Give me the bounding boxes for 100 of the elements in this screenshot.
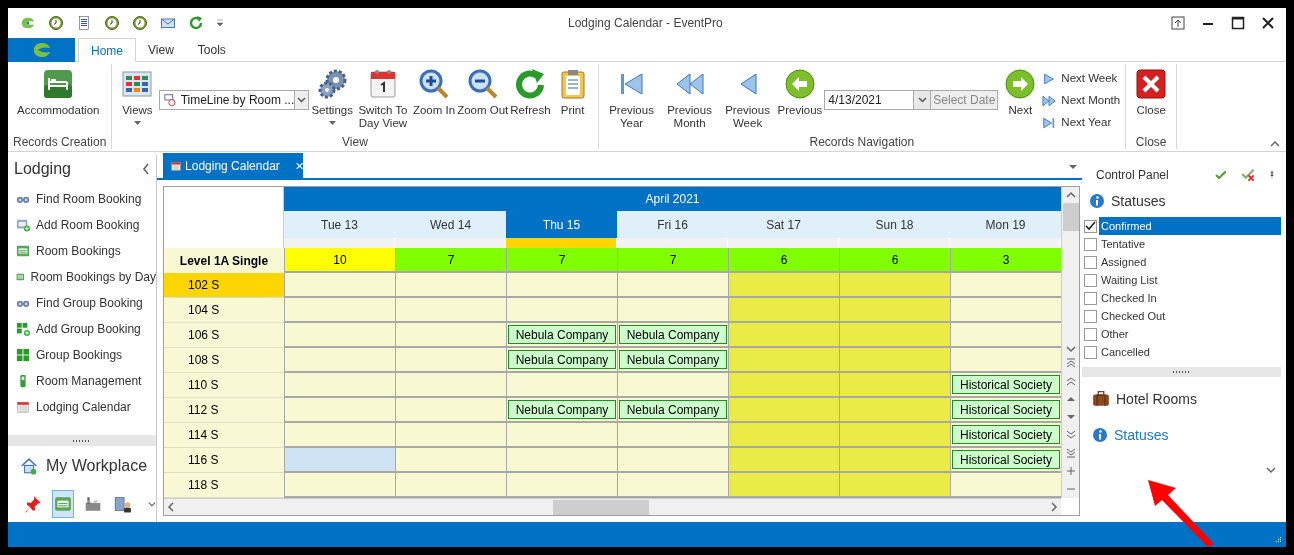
- logo-icon[interactable]: [20, 15, 36, 31]
- page-up-icon[interactable]: [1065, 376, 1076, 387]
- ribbon-button[interactable]: Previous: [777, 64, 823, 133]
- calendar-cell[interactable]: [728, 373, 839, 398]
- ribbon-small-button[interactable]: Next Year: [1042, 114, 1121, 132]
- calendar-cell[interactable]: [284, 473, 395, 498]
- first-row-icon[interactable]: [1065, 358, 1076, 369]
- room-label[interactable]: 118 S: [164, 473, 284, 498]
- calendar-cell[interactable]: [617, 373, 728, 398]
- nav-item[interactable]: Room Bookings: [8, 238, 156, 264]
- calendar-cell[interactable]: [284, 373, 395, 398]
- chevron-down-icon[interactable]: [1266, 467, 1276, 474]
- calendar-cell[interactable]: [839, 298, 950, 323]
- room-label[interactable]: 102 S: [164, 273, 284, 298]
- calendar-cell[interactable]: [395, 448, 506, 473]
- day-header[interactable]: Sun 18: [839, 211, 950, 238]
- calendar-cell[interactable]: [728, 423, 839, 448]
- calendar-cell[interactable]: [506, 298, 617, 323]
- ribbon-button[interactable]: Close: [1131, 64, 1172, 133]
- calendar-cell[interactable]: [839, 273, 950, 298]
- status-item[interactable]: Cancelled: [1099, 343, 1281, 361]
- maximize-icon[interactable]: [1230, 15, 1246, 31]
- calendar-cell[interactable]: [284, 423, 395, 448]
- day-header[interactable]: Fri 16: [617, 211, 728, 238]
- resize-grip-icon[interactable]: [1274, 536, 1282, 544]
- clock-icon[interactable]: [48, 15, 64, 31]
- ribbon-button[interactable]: Print: [552, 64, 593, 133]
- status-checkbox[interactable]: [1084, 291, 1097, 305]
- chevron-down-icon[interactable]: [148, 500, 156, 508]
- add-row-icon[interactable]: [1065, 466, 1076, 477]
- calendar-cell[interactable]: [617, 473, 728, 498]
- mail-icon[interactable]: [160, 15, 176, 31]
- nav-item[interactable]: Room Management: [8, 368, 156, 394]
- dropdown-icon[interactable]: [1068, 163, 1078, 171]
- calendar-cell[interactable]: [284, 323, 395, 348]
- calendar-cell[interactable]: [506, 273, 617, 298]
- ribbon-tab[interactable]: Tools: [185, 38, 238, 62]
- status-item[interactable]: Assigned: [1099, 253, 1281, 271]
- calendar-cell[interactable]: [395, 398, 506, 423]
- calendar-cell[interactable]: [395, 348, 506, 373]
- status-item[interactable]: Confirmed: [1099, 217, 1281, 235]
- page-down-icon[interactable]: [1065, 430, 1076, 441]
- calendar-cell[interactable]: [728, 348, 839, 373]
- status-item[interactable]: Checked In: [1099, 289, 1281, 307]
- vertical-scrollbar[interactable]: [1061, 187, 1079, 499]
- status-checkbox[interactable]: [1084, 219, 1097, 233]
- ribbon-button[interactable]: Zoom Out: [457, 64, 509, 133]
- status-item[interactable]: Tentative: [1099, 235, 1281, 253]
- ribbon-tab[interactable]: View: [136, 38, 186, 62]
- calendar-cell[interactable]: [284, 273, 395, 298]
- app-menu-button[interactable]: [8, 38, 75, 62]
- calendar-cell[interactable]: [395, 373, 506, 398]
- status-item[interactable]: Waiting List: [1099, 271, 1281, 289]
- calendar-cell[interactable]: [839, 448, 950, 473]
- calendar-cell[interactable]: [506, 373, 617, 398]
- calendar-cell[interactable]: [728, 448, 839, 473]
- date-field[interactable]: 4/13/2021: [824, 90, 915, 110]
- day-header[interactable]: Mon 19: [950, 211, 1061, 238]
- clock-icon[interactable]: [104, 15, 120, 31]
- document-tab[interactable]: Lodging Calendar: [163, 153, 303, 178]
- room-label[interactable]: 108 S: [164, 348, 284, 373]
- status-checkbox[interactable]: [1084, 237, 1097, 251]
- nav-item[interactable]: Room Bookings by Day: [8, 264, 156, 290]
- ribbon-button[interactable]: Previous Year: [603, 64, 660, 133]
- ribbon-button[interactable]: Previous Month: [661, 64, 718, 133]
- room-label[interactable]: 112 S: [164, 398, 284, 423]
- calendar-cell[interactable]: [950, 348, 1061, 373]
- last-row-icon[interactable]: [1065, 448, 1076, 459]
- ribbon-tab[interactable]: Home: [78, 38, 136, 62]
- day-header[interactable]: Sat 17: [728, 211, 839, 238]
- calendar-cell[interactable]: [839, 373, 950, 398]
- ribbon-button[interactable]: Refresh: [510, 64, 551, 133]
- calendar-cell[interactable]: [728, 273, 839, 298]
- scroll-down-icon[interactable]: [1065, 345, 1076, 354]
- room-label[interactable]: 104 S: [164, 298, 284, 323]
- status-item[interactable]: Other: [1099, 325, 1281, 343]
- calendar-cell[interactable]: [728, 473, 839, 498]
- collapse-ribbon-icon[interactable]: [1270, 140, 1280, 147]
- calendar-cell[interactable]: [284, 398, 395, 423]
- scroll-thumb[interactable]: [1062, 203, 1079, 231]
- calendar-cell[interactable]: [950, 273, 1061, 298]
- status-checkbox[interactable]: [1084, 273, 1097, 287]
- nav-item[interactable]: Add Room Booking: [8, 212, 156, 238]
- calendar-cell[interactable]: [506, 423, 617, 448]
- calendar-cell[interactable]: [395, 473, 506, 498]
- status-checkbox[interactable]: [1084, 327, 1097, 341]
- ribbon-small-button[interactable]: Next Month: [1042, 92, 1121, 110]
- calendar-cell[interactable]: [395, 323, 506, 348]
- calendar-cell[interactable]: [617, 273, 728, 298]
- collapse-icon[interactable]: [142, 163, 150, 175]
- calendar-cell[interactable]: [284, 448, 395, 473]
- calendar-cell[interactable]: [395, 423, 506, 448]
- refresh-icon[interactable]: [188, 15, 204, 31]
- ribbon-button[interactable]: Accommodation: [13, 64, 104, 133]
- panel-section-link[interactable]: Hotel Rooms: [1092, 387, 1286, 411]
- calendar-cell[interactable]: [395, 298, 506, 323]
- room-label[interactable]: 116 S: [164, 448, 284, 473]
- calendar-cell[interactable]: [728, 298, 839, 323]
- calendar-cell[interactable]: [839, 423, 950, 448]
- calendar-cell[interactable]: [506, 473, 617, 498]
